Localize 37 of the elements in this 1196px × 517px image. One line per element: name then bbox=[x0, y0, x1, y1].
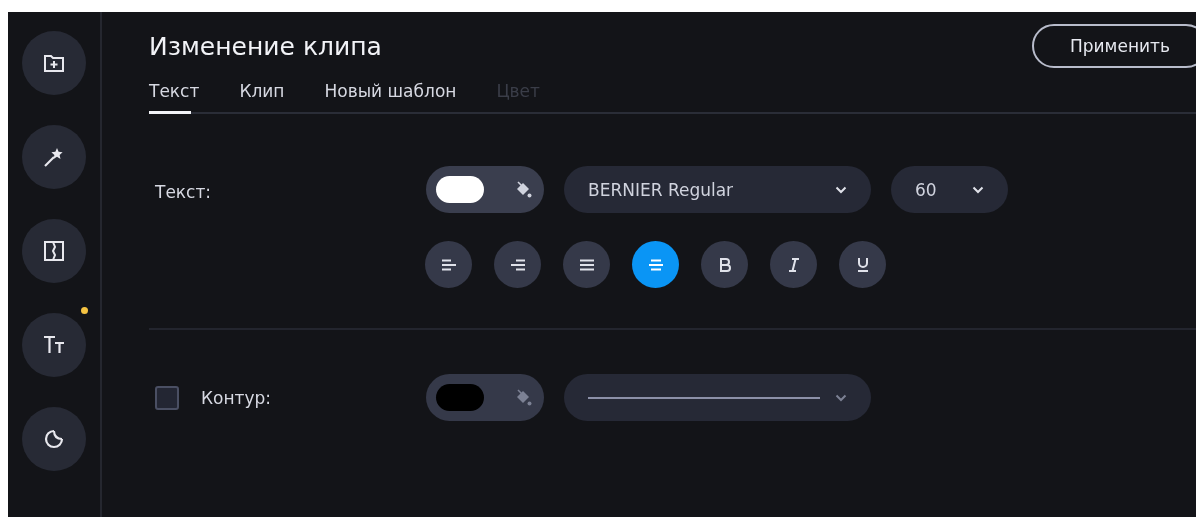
paint-bucket-icon bbox=[514, 180, 532, 199]
justify-icon bbox=[578, 258, 595, 271]
format-button[interactable] bbox=[563, 241, 610, 288]
paint-bucket-icon bbox=[514, 388, 532, 407]
transition-icon bbox=[44, 241, 64, 261]
text-size-icon bbox=[43, 335, 65, 355]
sticker-icon bbox=[44, 429, 64, 449]
magic-wand-icon bbox=[43, 146, 65, 168]
color-picker[interactable] bbox=[426, 374, 544, 421]
tab[interactable]: Клип bbox=[239, 81, 285, 114]
format-button[interactable] bbox=[701, 241, 748, 288]
font-size-dropdown[interactable]: 60 bbox=[891, 166, 1008, 213]
format-button[interactable] bbox=[770, 241, 817, 288]
panel-title: Изменение клипа bbox=[149, 31, 382, 61]
apply-button[interactable]: Применить bbox=[1032, 24, 1196, 68]
align-center-icon bbox=[647, 258, 664, 271]
chevron-down-icon bbox=[972, 185, 984, 194]
font-dropdown[interactable]: BERNIER Regular bbox=[564, 166, 871, 213]
format-button[interactable] bbox=[425, 241, 472, 288]
format-button[interactable] bbox=[839, 241, 886, 288]
color-picker[interactable] bbox=[426, 166, 544, 213]
outline-label: Контур: bbox=[201, 387, 272, 408]
checkbox[interactable] bbox=[155, 385, 179, 410]
underline-icon bbox=[856, 257, 869, 272]
italic-icon bbox=[787, 257, 800, 272]
format-button[interactable] bbox=[494, 241, 541, 288]
align-left-icon bbox=[440, 258, 457, 271]
align-right-icon bbox=[509, 258, 526, 271]
chevron-down-icon bbox=[835, 393, 847, 402]
tab[interactable]: Новый шаблон bbox=[324, 81, 457, 114]
format-button[interactable] bbox=[632, 241, 679, 288]
bold-icon bbox=[718, 257, 731, 272]
chevron-down-icon bbox=[835, 185, 847, 194]
text-label: Текст: bbox=[154, 181, 213, 204]
tab[interactable]: Текст bbox=[149, 81, 200, 114]
add-folder-icon bbox=[44, 54, 64, 72]
line-style-dropdown[interactable] bbox=[564, 374, 871, 421]
